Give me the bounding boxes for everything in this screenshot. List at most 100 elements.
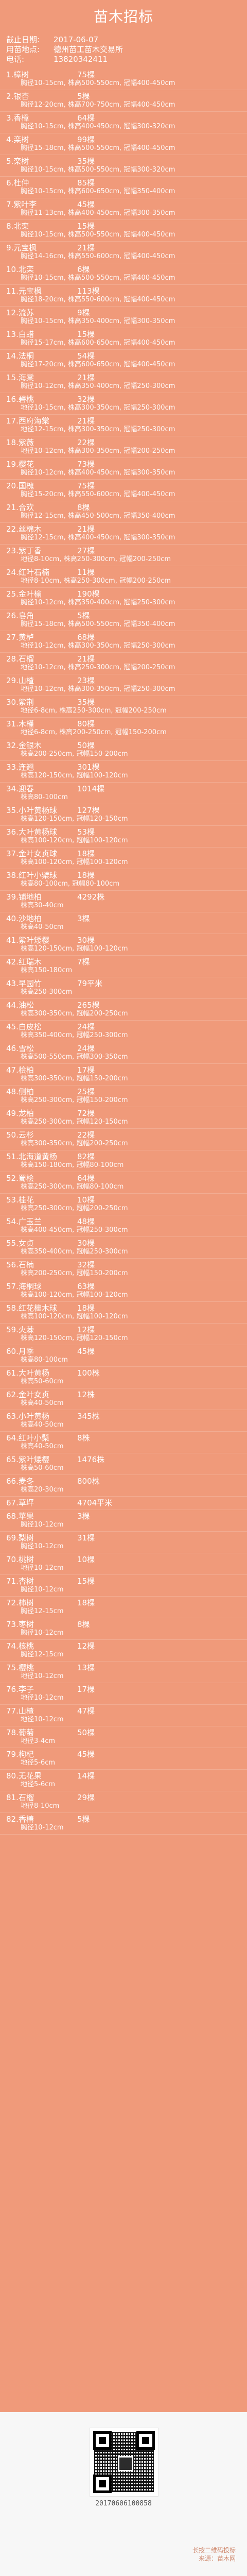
list-item: 44.油松 265棵 株高300-350cm, 冠幅200-250cm — [0, 999, 247, 1021]
item-name: 23.紫丁香 — [6, 546, 42, 555]
list-item: 56.石楠 32棵 株高200-250cm, 冠幅150-200cm — [0, 1259, 247, 1280]
item-quantity: 18棵 — [77, 871, 95, 880]
list-item: 7.紫叶李 45棵 胸径11-13cm, 株高400-450cm, 冠幅300-35… — [0, 198, 247, 220]
item-spec: 地径5-6cm — [21, 1781, 56, 1788]
item-header: 75.樱桃 13棵 — [6, 1663, 241, 1672]
item-spec: 胸径15-18cm, 株高500-550cm, 冠幅350-400cm — [21, 620, 175, 628]
item-spec: 株高120-150cm, 冠幅100-120cm — [21, 945, 128, 953]
item-quantity: 85棵 — [77, 178, 95, 188]
item-header: 68.苹果 3棵 — [6, 1512, 241, 1521]
footer-note: 长按二维码投标 来源：苗木网 — [192, 2546, 236, 2563]
list-item: 33.连翘 301棵 株高120-150cm, 冠幅100-120cm — [0, 761, 247, 783]
item-spec: 胸径15-20cm, 株高550-600cm, 冠幅400-450cm — [21, 490, 175, 498]
item-header: 74.核桃 12棵 — [6, 1641, 241, 1651]
item-name: 45.白皮松 — [6, 1022, 42, 1031]
list-item: 42.红瑞木 7棵 株高150-180cm — [0, 956, 247, 977]
item-name: 39.铺地柏 — [6, 892, 42, 902]
item-name: 80.无花果 — [6, 1771, 42, 1781]
list-item: 48.侧柏 25棵 株高250-300cm, 冠幅150-200cm — [0, 1086, 247, 1107]
list-item: 14.法桐 54棵 胸径17-20cm, 株高600-650cm, 冠幅400-45… — [0, 350, 247, 371]
item-quantity: 75棵 — [77, 481, 95, 490]
item-quantity: 15棵 — [77, 330, 95, 339]
list-item: 52.蜀桧 64棵 株高250-300cm, 冠幅80-100cm — [0, 1172, 247, 1194]
item-header: 56.石楠 32棵 — [6, 1260, 241, 1269]
qr-finder-bottom-left — [93, 2475, 112, 2493]
item-quantity: 4292株 — [77, 892, 105, 902]
item-header: 52.蜀桧 64棵 — [6, 1174, 241, 1183]
item-quantity: 17棵 — [77, 1065, 95, 1075]
item-spec: 地径10-12cm, 株高250-300cm, 冠幅200-250cm — [21, 664, 175, 671]
item-header: 73.枣树 8棵 — [6, 1620, 241, 1629]
footer-line-2: 来源：苗木网 — [198, 2555, 236, 2562]
list-item: 36.大叶黄杨球 53棵 株高100-120cm, 冠幅100-120cm — [0, 826, 247, 848]
item-header: 29.山楂 23棵 — [6, 676, 241, 685]
item-spec: 胸径10-15cm, 株高500-550cm, 冠幅400-450cm — [21, 79, 175, 87]
item-quantity: 15棵 — [77, 222, 95, 231]
item-header: 1.樟树 75棵 — [6, 70, 241, 79]
item-name: 81.石榴 — [6, 1793, 34, 1802]
item-quantity: 45棵 — [77, 1347, 95, 1356]
item-header: 60.月季 45棵 — [6, 1347, 241, 1356]
item-name: 22.丝棉木 — [6, 524, 42, 534]
item-header: 66.麦冬 800株 — [6, 1477, 241, 1486]
item-quantity: 301棵 — [77, 762, 100, 772]
item-quantity: 80棵 — [77, 719, 95, 728]
item-quantity: 73棵 — [77, 460, 95, 469]
item-header: 71.杏树 15棵 — [6, 1577, 241, 1586]
item-quantity: 12棵 — [77, 1325, 95, 1334]
list-item: 37.金叶女贞球 18棵 株高100-120cm, 冠幅100-120cm — [0, 848, 247, 869]
item-name: 41.紫叶矮樱 — [6, 936, 49, 945]
qr-code[interactable] — [90, 2428, 158, 2497]
item-header: 20.国槐 75棵 — [6, 481, 241, 490]
item-name: 4.栾树 — [6, 135, 29, 144]
footer: 20170606100858 长按二维码投标 来源：苗木网 — [0, 2412, 247, 2576]
item-name: 76.李子 — [6, 1685, 34, 1694]
item-quantity: 50棵 — [77, 741, 95, 750]
item-spec: 株高80-100cm — [21, 793, 68, 801]
item-quantity: 18棵 — [77, 849, 95, 858]
item-header: 65.紫叶矮樱 1476株 — [6, 1455, 241, 1464]
item-header: 31.木槿 80棵 — [6, 719, 241, 728]
item-quantity: 35棵 — [77, 157, 95, 166]
item-name: 1.樟树 — [6, 70, 29, 79]
list-item: 34.迎春 1014棵 株高80-100cm — [0, 783, 247, 804]
list-item: 4.栾树 99棵 胸径15-18cm, 株高500-550cm, 冠幅400-450… — [0, 133, 247, 155]
item-name: 16.碧桃 — [6, 395, 34, 404]
item-header: 59.火棘 12棵 — [6, 1325, 241, 1334]
tender-meta: 截止日期: 2017-06-07 用苗地点: 德州苗工苗木交易所 电话: 138… — [0, 32, 247, 67]
list-item: 53.桂花 10棵 株高250-300cm, 冠幅200-250cm — [0, 1194, 247, 1215]
item-quantity: 31棵 — [77, 1533, 95, 1543]
list-item: 76.李子 17棵 地径10-12cm — [0, 1683, 247, 1705]
item-header: 39.铺地柏 4292株 — [6, 892, 241, 902]
item-spec: 地径10-12cm, 株高300-350cm, 冠幅250-300cm — [21, 685, 175, 693]
item-quantity: 21棵 — [77, 243, 95, 252]
item-spec: 地径12-15cm, 株高300-350cm, 冠幅250-300cm — [21, 426, 175, 433]
item-spec: 株高120-150cm, 冠幅120-150cm — [21, 1334, 128, 1342]
item-spec: 胸径15-17cm, 株高600-650cm, 冠幅400-450cm — [21, 339, 175, 347]
list-item: 39.铺地柏 4292株株高30-40cm — [0, 891, 247, 912]
item-quantity: 53棵 — [77, 827, 95, 837]
item-name: 62.金叶女贞 — [6, 1390, 49, 1399]
list-item: 78.葡萄 50棵 地径3-4cm — [0, 1726, 247, 1748]
item-spec: 胸径10-15cm, 株高500-550cm, 冠幅400-450cm — [21, 231, 175, 239]
list-item: 59.火棘 12棵 株高120-150cm, 冠幅120-150cm — [0, 1324, 247, 1345]
item-spec: 株高20-30cm — [21, 1486, 64, 1494]
meta-value phone[interactable]: 13820342411 — [54, 55, 241, 64]
item-spec: 株高50-60cm — [21, 1378, 64, 1385]
item-name: 5.栾树 — [6, 157, 29, 166]
item-spec: 株高30-40cm — [21, 902, 64, 909]
item-spec: 胸径10-12cm — [21, 1586, 64, 1594]
item-quantity: 3棵 — [77, 1512, 90, 1521]
item-header: 22.丝棉木 21棵 — [6, 524, 241, 534]
item-quantity: 13棵 — [77, 1663, 95, 1672]
item-quantity: 12棵 — [77, 1641, 95, 1651]
item-spec: 地径8-10cm, 株高250-300cm, 冠幅200-250cm — [21, 577, 171, 585]
item-name: 64.红叶小檗 — [6, 1433, 49, 1443]
item-header: 72.柿树 18棵 — [6, 1598, 241, 1607]
item-header: 21.合欢 8棵 — [6, 503, 241, 512]
item-quantity: 8株 — [77, 1433, 90, 1443]
item-spec: 株高200-250cm, 冠幅150-200cm — [21, 750, 128, 758]
page-title: 苗木招标 — [93, 8, 153, 25]
meta-label: 用苗地点: — [6, 45, 40, 54]
item-spec: 地径6-8cm, 株高250-300cm, 冠幅200-250cm — [21, 707, 167, 715]
